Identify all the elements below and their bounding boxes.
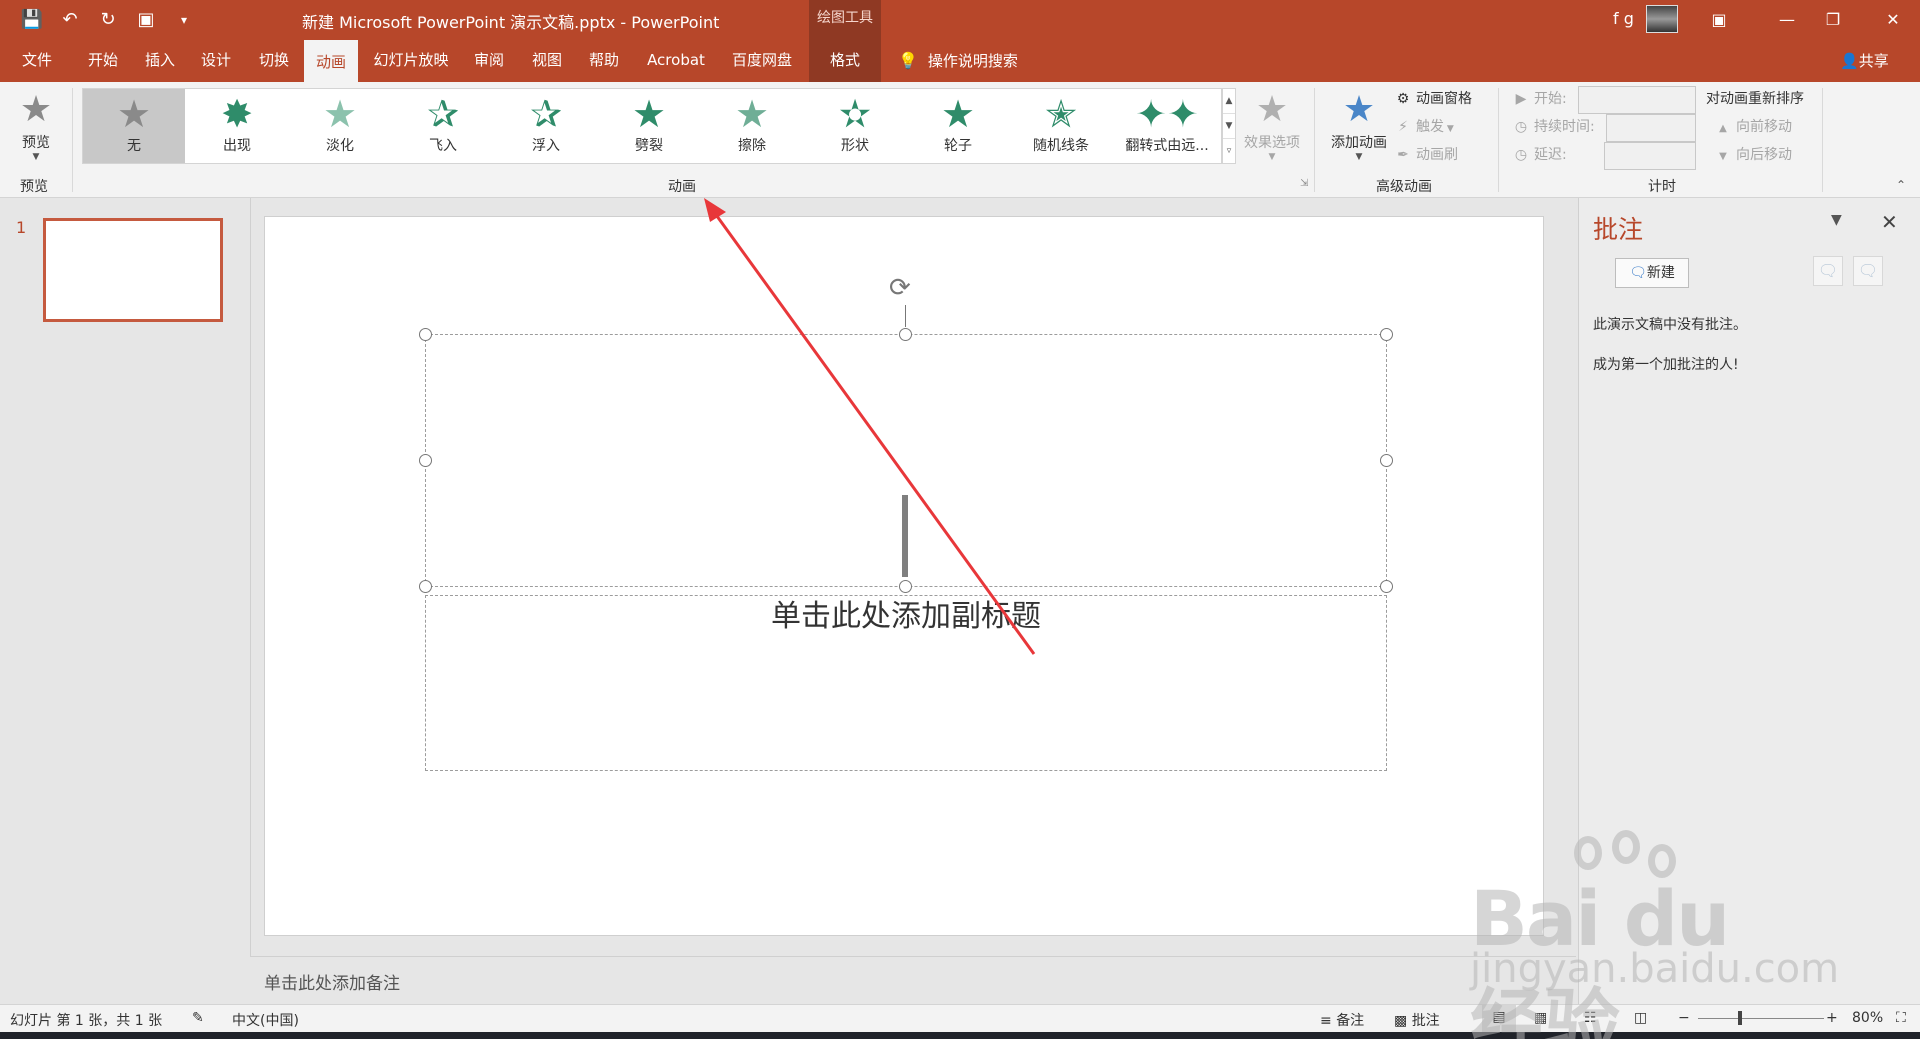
comments-toggle[interactable]: ▩ 批注 (1394, 1010, 1440, 1030)
notes-icon: ≡ (1320, 1013, 1332, 1029)
paw-toe (1648, 844, 1676, 878)
paw-toe (1612, 830, 1640, 864)
language-indicator[interactable]: 中文(中国) (232, 1010, 299, 1030)
watermark-url: jingyan.baidu.com (1470, 946, 1840, 992)
paw-toe (1574, 836, 1602, 870)
accessibility-check-icon[interactable]: ✎ (192, 1010, 204, 1026)
slide-counter: 幻灯片 第 1 张，共 1 张 (10, 1013, 163, 1029)
notes-toggle[interactable]: ≡ 备注 (1320, 1010, 1364, 1030)
zoom-level[interactable]: 80% (1852, 1010, 1883, 1026)
comments-toggle-label: 批注 (1411, 1013, 1440, 1029)
fit-to-window-icon[interactable]: ⛶ (1896, 1010, 1906, 1026)
comment-icon: ▩ (1394, 1013, 1408, 1029)
zoom-in-icon[interactable]: + (1826, 1010, 1838, 1026)
baidu-watermark: Bai du 经验 jingyan.baidu.com (1470, 830, 1839, 1039)
notes-toggle-label: 备注 (1336, 1013, 1365, 1029)
